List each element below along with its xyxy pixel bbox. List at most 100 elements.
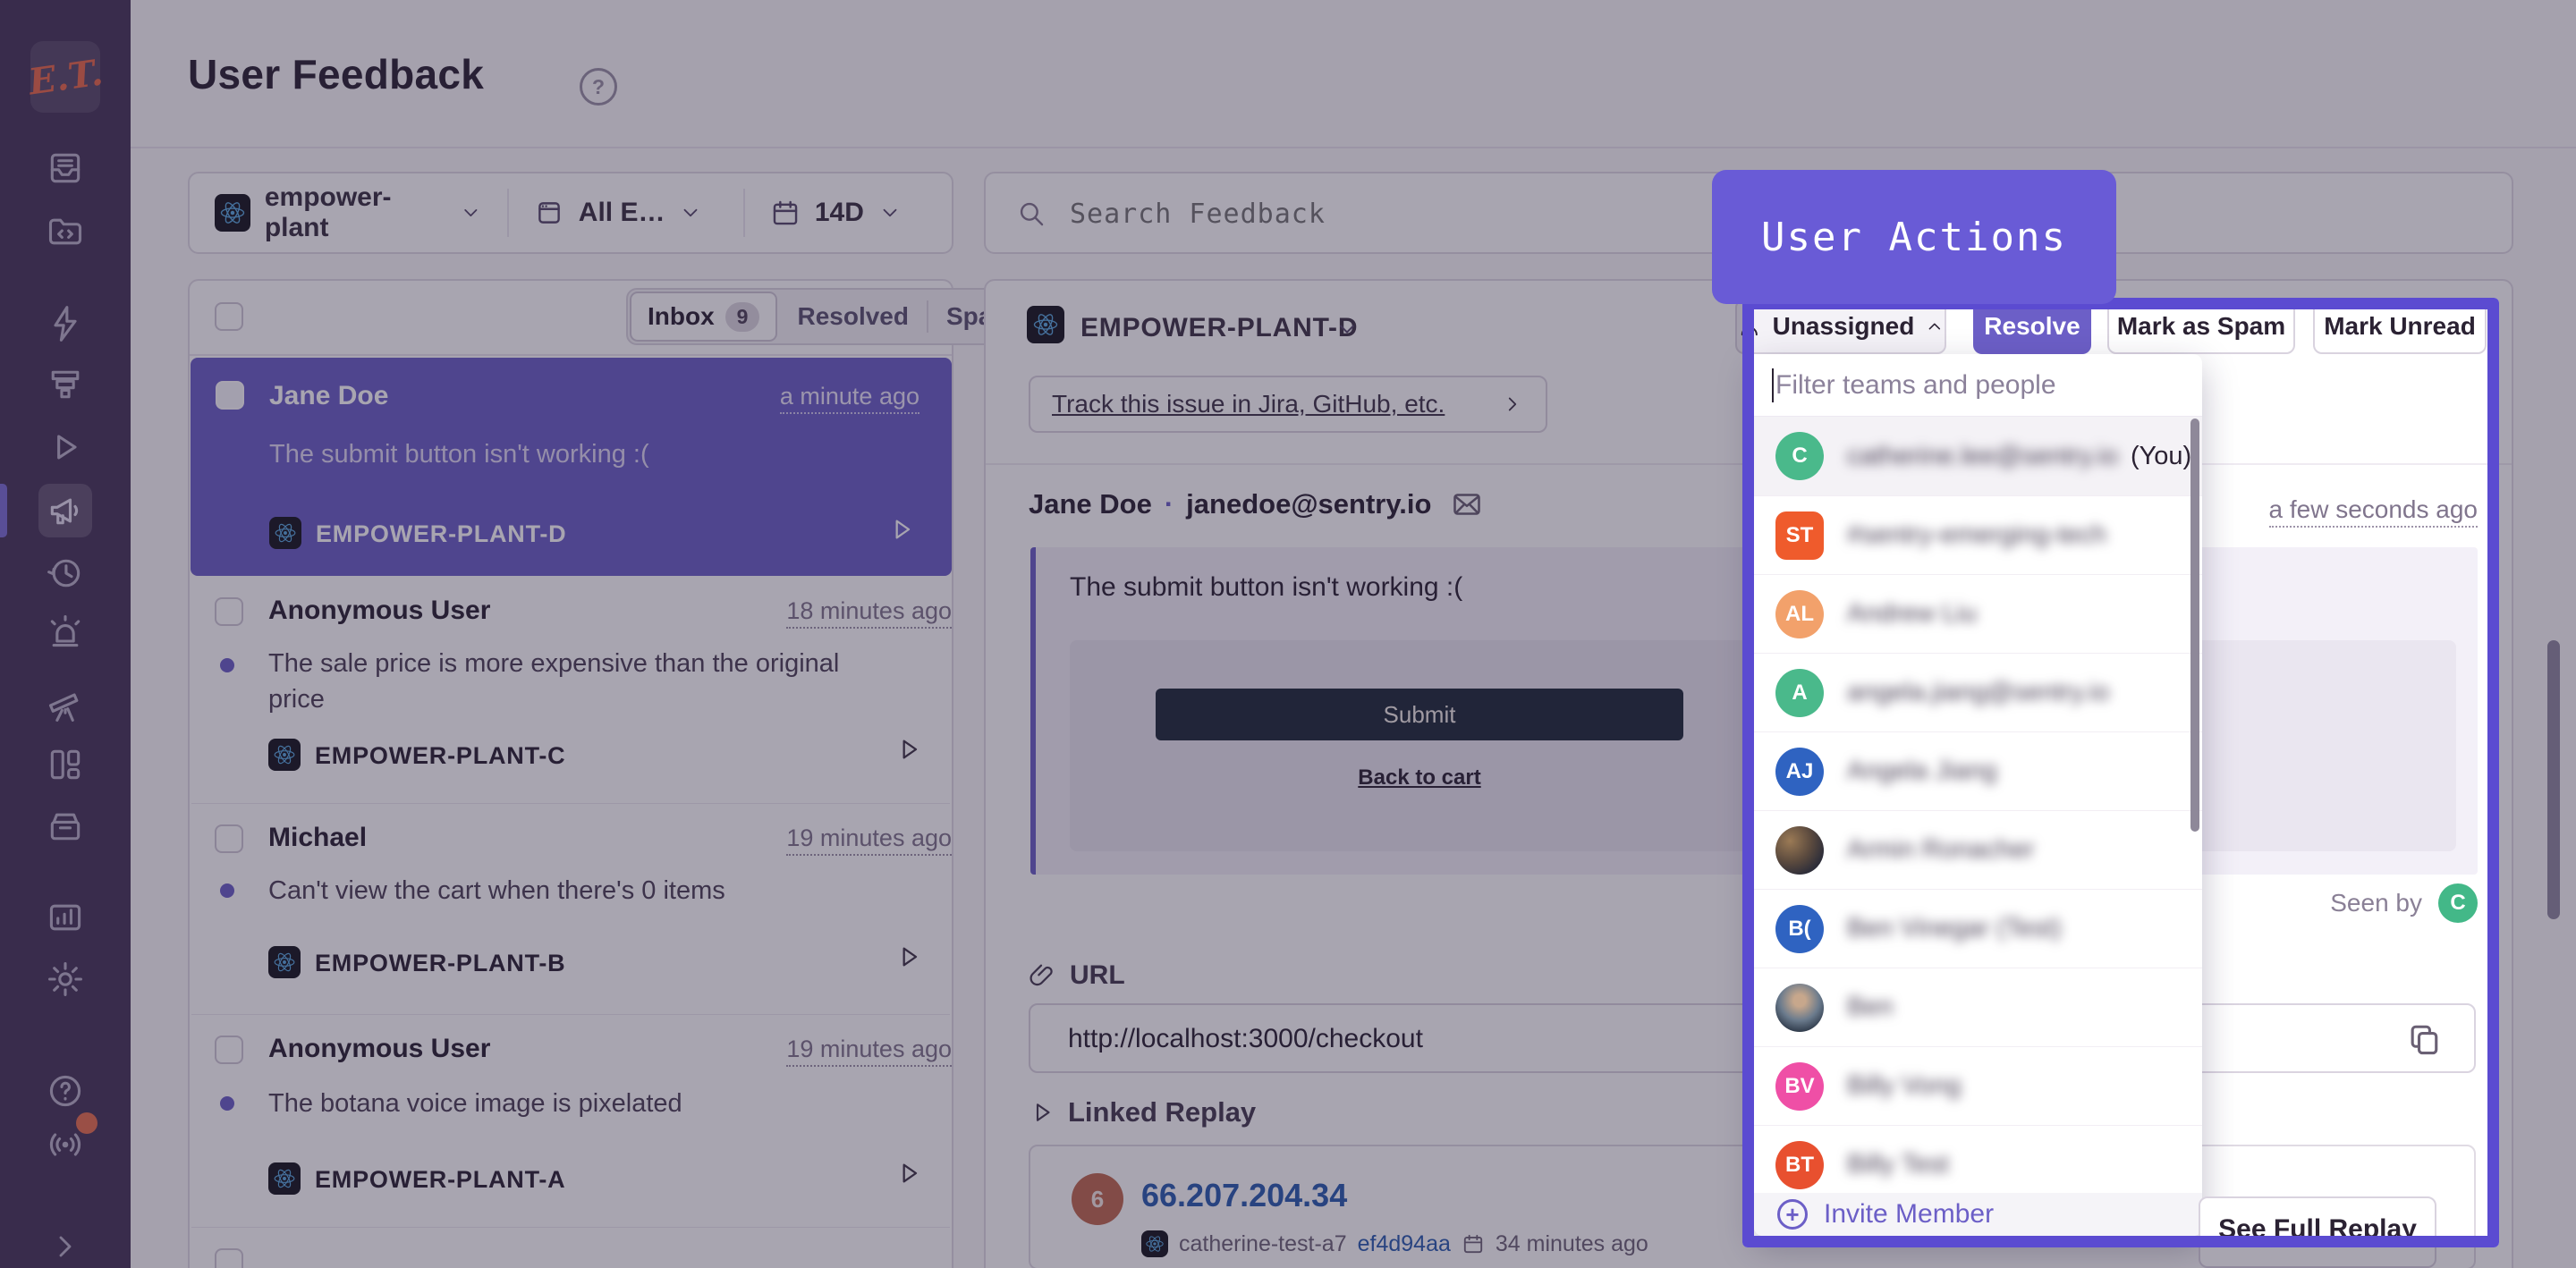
assignee-dropdown-button[interactable]: Unassigned [1735,299,1946,354]
item-checkbox[interactable] [215,597,243,626]
copy-icon[interactable] [2404,1019,2444,1059]
see-full-replay-button[interactable]: See Full Replay [2199,1196,2436,1268]
react-project-icon [268,1162,301,1195]
item-checkbox[interactable] [215,1248,243,1268]
play-replay-icon[interactable] [894,735,923,764]
chevron-right-icon [1501,393,1524,416]
assignee-dropdown: C catherine.lee@sentry.io (You) ST #sent… [1754,354,2202,1236]
feedback-message-text: The submit button isn't working :( [1070,572,1462,603]
list-divider [191,1014,950,1015]
sidebar-item-profiling[interactable] [38,358,92,411]
sidebar-item-whats-new[interactable] [38,1118,92,1171]
member-name: Angela Jiang [1847,757,1997,786]
replay-hash-link[interactable]: ef4d94aa [1358,1231,1451,1257]
list-divider [191,803,950,804]
reporter-name: Jane Doe [1029,488,1152,520]
item-time[interactable]: 18 minutes ago [786,597,952,629]
react-project-icon [215,194,250,232]
mark-unread-button[interactable]: Mark Unread [2313,299,2487,354]
assignee-filter-input[interactable] [1774,361,2171,410]
sidebar-item-replays[interactable] [38,420,92,474]
mailbox-tabs: Inbox 9 Resolved Spam [626,288,1034,345]
sidebar-item-crons[interactable] [38,546,92,600]
member-row[interactable]: B( Ben Vinegar (Test) [1754,889,2202,968]
member-row[interactable]: C catherine.lee@sentry.io (You) [1754,417,2202,495]
select-all-checkbox[interactable] [215,302,243,331]
sidebar-item-stats[interactable] [38,891,92,944]
dropdown-scrollbar[interactable] [2190,418,2199,832]
linked-replay-header[interactable]: Linked Replay [1029,1096,1256,1129]
detail-timestamp[interactable]: a few seconds ago [2269,495,2479,528]
page-title: User Feedback [188,50,484,98]
sidebar-item-releases[interactable] [38,799,92,853]
date-range-filter[interactable]: 14D [745,173,952,252]
resolve-button[interactable]: Resolve [1973,299,2091,354]
invite-member-button[interactable]: + Invite Member [1754,1193,2202,1236]
react-project-icon [269,517,301,549]
folder-code-icon [46,212,85,251]
item-time[interactable]: 19 minutes ago [786,824,952,856]
avatar: B( [1775,905,1824,953]
item-time[interactable]: a minute ago [780,383,919,414]
sidebar-item-feedback[interactable] [38,484,92,537]
siren-icon [46,612,85,651]
sidebar-item-settings[interactable] [38,952,92,1006]
window-icon [534,198,564,228]
sidebar-item-help[interactable] [38,1064,92,1118]
active-nav-indicator [0,484,7,537]
megaphone-icon [46,491,85,530]
play-replay-icon[interactable] [894,1159,923,1188]
track-issue-button[interactable]: Track this issue in Jira, GitHub, etc. [1029,376,1547,433]
user-actions-callout: User Actions [1712,170,2116,304]
chevron-down-icon[interactable] [1335,317,1360,342]
member-row[interactable]: A angela.jiang@sentry.io [1754,653,2202,731]
item-sender: Anonymous User [268,596,490,626]
sidebar-item-alerts[interactable] [38,604,92,658]
member-row[interactable]: BT Billy Test [1754,1125,2202,1204]
project-filter[interactable]: empower-plant [190,173,507,252]
item-project: EMPOWER-PLANT-A [315,1166,565,1194]
notification-dot [76,1112,97,1134]
lightning-icon [46,304,85,343]
play-replay-icon[interactable] [894,943,923,971]
play-replay-icon[interactable] [887,515,916,544]
member-row[interactable]: AJ Angela Jiang [1754,731,2202,810]
item-checkbox[interactable] [215,1036,243,1064]
replay-ip-link[interactable]: 66.207.204.34 [1141,1177,1347,1214]
sidebar-item-performance[interactable] [38,297,92,351]
photo-avatar [1775,984,1824,1032]
mark-as-spam-button[interactable]: Mark as Spam [2107,299,2295,354]
item-checkbox[interactable] [215,824,243,853]
environment-filter-value: All E… [579,198,665,228]
member-row[interactable]: ST #sentry-emerging-tech [1754,495,2202,574]
member-row[interactable]: BV Billy Vong [1754,1046,2202,1125]
sidebar-item-dashboards[interactable] [38,738,92,791]
member-row[interactable]: AL Andrew Liu [1754,574,2202,653]
tab-inbox[interactable]: Inbox 9 [630,292,777,342]
avatar: BV [1775,1062,1824,1111]
member-row[interactable]: Armin Ronacher [1754,810,2202,889]
url-section-label: URL [1029,960,1125,991]
sidebar-collapse-button[interactable] [38,1220,92,1268]
item-sender: Anonymous User [268,1034,490,1064]
sidebar-item-projects[interactable] [38,205,92,258]
unread-dot [220,883,234,898]
member-row[interactable]: Ben [1754,968,2202,1046]
calendar-icon [1462,1232,1485,1255]
tab-resolved[interactable]: Resolved [779,290,927,343]
member-you-suffix: (You) [2131,442,2191,471]
detail-project-selector[interactable]: EMPOWER-PLANT-D [1080,313,1358,343]
item-checkbox[interactable] [216,381,244,410]
page-help-icon[interactable]: ? [580,68,617,106]
sidebar-item-issues[interactable] [38,141,92,195]
telescope-icon [46,685,85,724]
environment-filter[interactable]: All E… [509,173,743,252]
page-scrollbar[interactable] [2547,640,2560,919]
mark-read-envelope-icon[interactable] [1451,488,1483,520]
screenshot-submit-button: Submit [1156,689,1683,740]
sentry-logo[interactable]: E.T. [30,41,100,113]
item-time[interactable]: 19 minutes ago [786,1036,952,1067]
item-message: The botana voice image is pixelated [268,1086,682,1121]
feedback-item-selected[interactable]: Jane Doe a minute ago The submit button … [191,358,952,576]
sidebar-item-explore[interactable] [38,678,92,731]
